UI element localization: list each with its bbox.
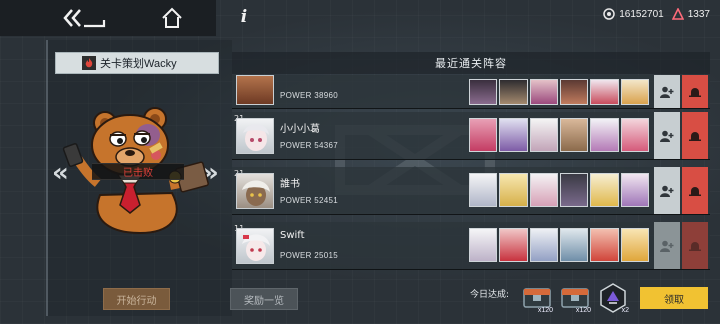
home-icon [162,7,182,28]
reward-count: x120 [575,307,591,314]
player-power: POWER 38960 [280,91,338,100]
coin-amount: 16152701 [619,8,664,20]
unit-portrait[interactable] [499,173,528,207]
unit-portrait[interactable] [469,79,498,105]
add-friend-button[interactable] [654,75,680,108]
unit-portrait[interactable] [620,228,649,262]
unit-portrait[interactable] [590,228,619,262]
unit-portrait[interactable] [529,228,558,262]
gem-amount: 1337 [687,8,710,20]
unit-portrait[interactable] [590,173,619,207]
unit-portrait[interactable] [529,79,558,105]
team-lineup [469,173,649,209]
currency-display: 16152701 1337 [603,6,710,22]
unit-portrait[interactable] [499,118,528,152]
unit-portrait[interactable] [620,79,649,105]
reward-item[interactable]: x120 [520,281,554,314]
player-name: 誰书 [280,179,300,190]
fire-icon [82,56,96,70]
add-friend-button[interactable] [654,167,680,214]
add-friend-icon [660,185,674,197]
planner-label: 关卡策划Wacky [100,58,177,70]
player-power: POWER 54367 [280,141,338,150]
add-friend-button[interactable] [654,112,680,159]
defeated-banner: 已击败 [92,163,184,180]
player-avatar[interactable] [236,173,274,209]
reward-item[interactable]: x2 [596,281,630,314]
alarm-icon [689,186,701,196]
list-item: 11 Swift POWER 25015 [232,222,710,270]
report-button[interactable] [682,112,708,159]
report-button[interactable] [682,222,708,269]
gem-icon [671,8,684,20]
report-button[interactable] [682,75,708,108]
add-friend-button[interactable] [654,222,680,269]
alarm-icon [689,131,701,141]
unit-portrait[interactable] [529,118,558,152]
list-item: POWER 38960 [232,75,710,109]
team-lineup [469,228,649,264]
team-lineup [469,79,649,105]
player-power: POWER 25015 [280,251,338,260]
reward-count: x2 [621,307,629,314]
unit-portrait[interactable] [559,228,589,262]
back-button[interactable] [60,6,108,30]
unit-portrait[interactable] [620,173,649,207]
info-button[interactable]: i [234,7,254,29]
coin-icon [603,8,615,20]
planner-badge: 关卡策划Wacky [55,52,219,74]
alarm-icon [689,241,701,251]
add-friend-icon [660,240,674,252]
unit-portrait[interactable] [590,118,619,152]
unit-portrait[interactable] [620,118,649,152]
unit-portrait[interactable] [469,228,498,262]
recent-clears-header: 最近通关阵容 [232,52,710,74]
player-avatar[interactable] [236,228,274,264]
add-friend-icon [660,86,674,98]
report-button[interactable] [682,167,708,214]
list-item: 21 誰书 POWER 52451 [232,167,710,215]
unit-portrait[interactable] [529,173,558,207]
home-button[interactable] [158,6,186,30]
player-power: POWER 52451 [280,196,338,205]
rewards-list-button[interactable]: 奖励一览 [230,288,298,310]
add-friend-icon [660,130,674,142]
unit-portrait[interactable] [559,173,589,207]
unit-portrait[interactable] [499,228,528,262]
player-avatar[interactable] [236,75,274,105]
unit-portrait[interactable] [559,79,589,105]
back-arrow-icon [63,9,106,28]
player-avatar[interactable] [236,118,274,154]
player-name: 小小小葛 [280,124,320,135]
unit-portrait[interactable] [469,118,498,152]
unit-portrait[interactable] [590,79,619,105]
start-action-button[interactable]: 开始行动 [103,288,170,310]
unit-portrait[interactable] [559,118,589,152]
unit-portrait[interactable] [499,79,528,105]
list-item: 21 小小小葛 POWER 54367 [232,112,710,160]
team-lineup [469,118,649,154]
claim-button[interactable]: 领取 [640,287,708,309]
unit-portrait[interactable] [469,173,498,207]
reward-item[interactable]: x120 [558,281,592,314]
daily-progress-label: 今日达成: [470,290,510,300]
reward-count: x120 [537,307,553,314]
player-name: Swift [280,230,305,241]
alarm-icon [689,87,701,97]
